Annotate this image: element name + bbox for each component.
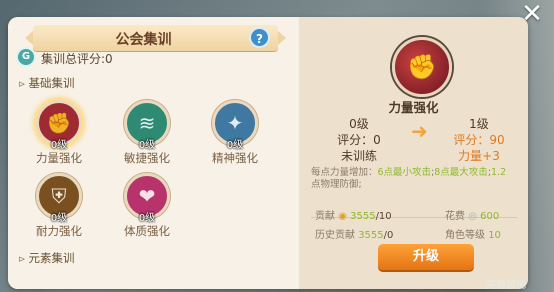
flag-icon: ⊳	[18, 80, 26, 90]
watermark-text: 完整领地	[486, 280, 526, 291]
total-score: 集训总评分:0	[41, 52, 113, 66]
current-score: 评分：0	[337, 133, 381, 147]
cost-label: 花费	[445, 211, 465, 222]
silver-coin-icon: ◎	[468, 211, 477, 222]
contribution-value: 3555	[350, 211, 376, 222]
skill-level: 0级	[50, 140, 68, 151]
history-label: 历史贡献	[315, 230, 355, 241]
detail-pane: ✊ 力量强化 0级 评分：0 未训练 ➜ 1级 评分：90 力量+3 每点力量增…	[299, 17, 528, 289]
selected-skill-name: 力量强化	[388, 100, 439, 115]
role-level-value: 10	[488, 230, 501, 241]
agility-wind-icon: ≋	[138, 111, 156, 135]
stat-description: 每点力量增加：6点最小攻击;8点最大攻击;1.2 点物理防御;	[311, 167, 523, 191]
history-value: 3555	[358, 230, 384, 241]
contribution-stat: 贡献 ◉ 3555/10	[315, 207, 392, 222]
skill-level: 0级	[138, 213, 156, 224]
upgrade-button[interactable]: 升级	[378, 244, 474, 270]
cost-value: 600	[480, 211, 500, 222]
arrow-right-icon: ➜	[411, 119, 428, 143]
strength-fist-icon: ✊	[46, 111, 72, 135]
help-icon[interactable]: ?	[249, 27, 270, 48]
section-basic: ⊳ 基础集训	[18, 75, 75, 91]
desc-value-2: 8点最大攻击	[434, 167, 488, 178]
endurance-shield-icon: ⛨	[51, 184, 67, 208]
contribution-cost: /10	[375, 211, 392, 222]
constitution-heart-icon: ❤	[138, 184, 156, 208]
skill-name: 敏捷强化	[124, 151, 170, 165]
strength-fist-icon: ✊	[407, 53, 437, 81]
contribution-label: 贡献	[315, 211, 335, 222]
selected-skill-icon: ✊	[392, 37, 452, 97]
title-bar: 公会集训 ?	[25, 25, 286, 51]
desc-value-1: 6点最小攻击	[377, 167, 432, 178]
skill-name: 体质强化	[124, 224, 170, 238]
coin-icon: ◉	[338, 211, 347, 222]
desc-value-3: 1.2	[491, 167, 507, 178]
skill-spirit[interactable]: ✦ 0级 精神强化	[206, 100, 264, 186]
history-stat: 历史贡献 3555/0	[315, 226, 393, 241]
role-level-stat: 角色等级 10	[445, 226, 501, 241]
guild-training-panel: 公会集训 ? G 集训总评分:0 ⊳ 基础集训 ✊ 0级 力量强化 ≋ 0级 敏捷…	[8, 17, 528, 289]
section-element-label: 元素集训	[28, 251, 75, 265]
skill-name: 力量强化	[36, 151, 82, 165]
section-element: ⊳ 元素集训	[18, 250, 75, 266]
skill-constitution[interactable]: ❤ 0级 体质强化	[118, 173, 176, 259]
desc-suffix: 点物理防御;	[311, 179, 362, 190]
section-basic-label: 基础集训	[28, 76, 75, 90]
skill-name: 耐力强化	[36, 224, 82, 238]
spirit-star-icon: ✦	[226, 111, 244, 135]
history-cost: /0	[383, 230, 394, 241]
next-bonus: 力量+3	[458, 149, 500, 163]
current-status: 未训练	[340, 149, 377, 163]
skill-endurance[interactable]: ⛨ 0级 耐力强化	[30, 173, 88, 259]
skill-list-pane: 公会集训 ? G 集训总评分:0 ⊳ 基础集训 ✊ 0级 力量强化 ≋ 0级 敏捷…	[8, 17, 299, 289]
skill-level: 0级	[226, 140, 244, 151]
next-score: 评分：90	[453, 133, 505, 147]
skill-level: 0级	[138, 140, 156, 151]
page-title: 公会集训	[115, 32, 172, 48]
desc-prefix: 每点力量增加：	[311, 167, 378, 178]
cost-stat: 花费 ◎ 600	[445, 207, 499, 222]
role-level-label: 角色等级	[445, 230, 485, 241]
flag-icon: ⊳	[18, 255, 26, 265]
skill-name: 精神强化	[212, 151, 258, 165]
next-level: 1级	[469, 117, 489, 131]
current-level: 0级	[349, 117, 369, 131]
badge-icon: G	[16, 47, 36, 67]
skill-level: 0级	[50, 213, 68, 224]
